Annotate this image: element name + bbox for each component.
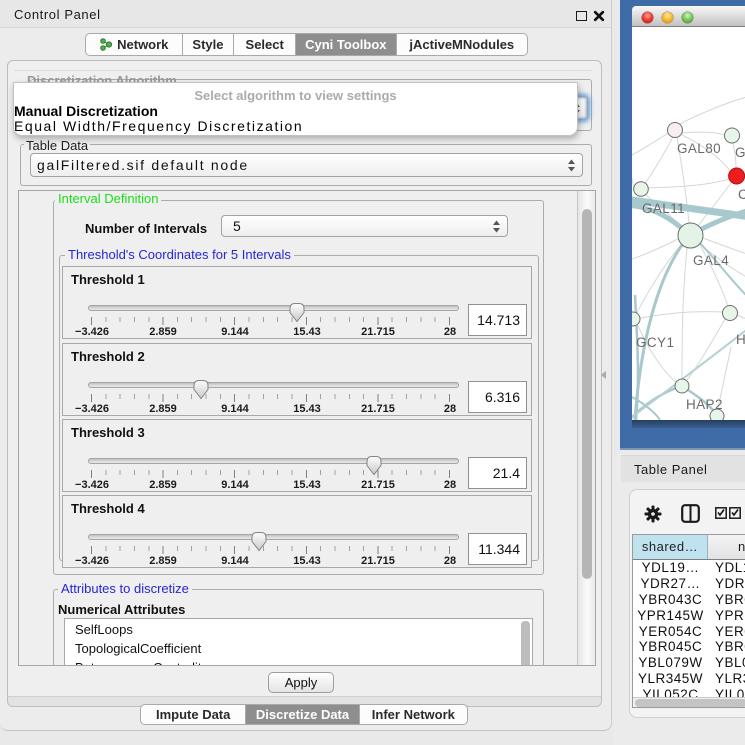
svg-text:GA: GA xyxy=(735,145,745,160)
svg-text:H: H xyxy=(736,332,745,347)
svg-text:C: C xyxy=(738,187,745,202)
svg-text:GAL4: GAL4 xyxy=(693,253,729,268)
svg-text:GAL80: GAL80 xyxy=(677,141,721,156)
svg-text:GAL11: GAL11 xyxy=(642,201,685,216)
svg-text:HAP2: HAP2 xyxy=(686,397,723,412)
svg-text:GCY1: GCY1 xyxy=(636,335,674,350)
